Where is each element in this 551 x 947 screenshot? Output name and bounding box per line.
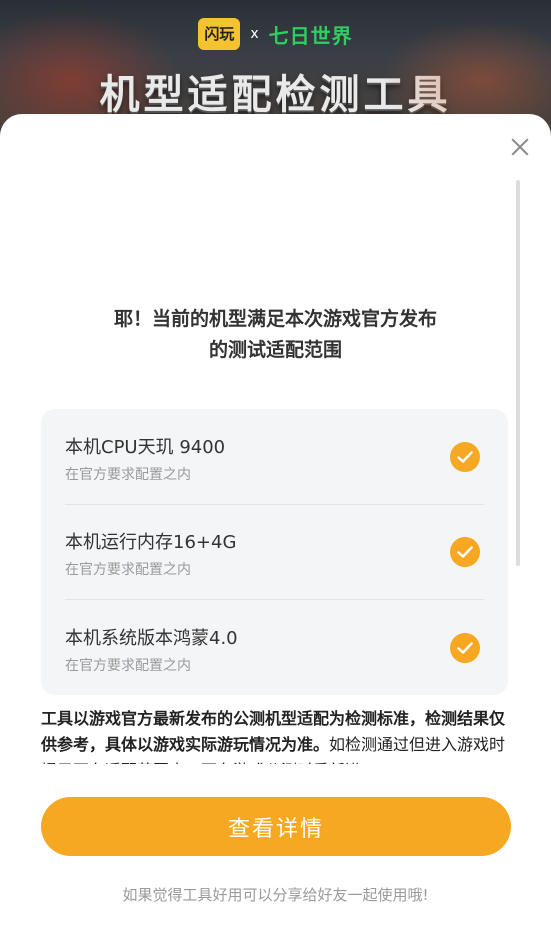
- result-dialog: 耶！当前的机型满足本次游戏官方发布 的测试适配范围 本机CPU天玑 9400 在…: [0, 114, 551, 947]
- disclaimer-text: 工具以游戏官方最新发布的公测机型适配为检测标准，检测结果仅供参考，具体以游戏实际…: [41, 706, 506, 764]
- check-item-subtitle: 在官方要求配置之内: [65, 562, 191, 578]
- check-results-card: 本机CPU天玑 9400 在官方要求配置之内 本机运行内存16+4G 在官方要求…: [41, 409, 508, 695]
- result-headline: 耶！当前的机型满足本次游戏官方发布 的测试适配范围: [60, 304, 491, 366]
- check-icon: [450, 537, 480, 567]
- check-item-memory: 本机运行内存16+4G 在官方要求配置之内: [65, 504, 484, 600]
- check-item-os: 本机系统版本鸿蒙4.0 在官方要求配置之内: [65, 600, 484, 695]
- share-tip: 如果觉得工具好用可以分享给好友一起使用哦!: [122, 886, 429, 904]
- check-item-title: 本机CPU天玑 9400: [65, 437, 226, 458]
- logo-separator: x: [250, 26, 259, 42]
- headline-line-1: 耶！当前的机型满足本次游戏官方发布: [113, 308, 437, 330]
- view-details-button[interactable]: 查看详情: [41, 797, 511, 856]
- close-icon[interactable]: [509, 136, 531, 158]
- check-item-title: 本机系统版本鸿蒙4.0: [65, 628, 238, 649]
- check-item-cpu: 本机CPU天玑 9400 在官方要求配置之内: [65, 409, 484, 505]
- check-icon: [450, 633, 480, 663]
- headline-line-2: 的测试适配范围: [208, 339, 342, 361]
- partner-logos: 闪玩 x 七日世界: [0, 18, 551, 50]
- game-logo: 七日世界: [268, 23, 353, 48]
- check-item-subtitle: 在官方要求配置之内: [65, 658, 191, 674]
- check-icon: [450, 442, 480, 472]
- check-item-title: 本机运行内存16+4G: [65, 532, 237, 553]
- banner-title: 机型适配检测工具: [99, 72, 452, 118]
- check-item-subtitle: 在官方要求配置之内: [65, 467, 191, 483]
- scrollbar[interactable]: [516, 180, 520, 566]
- shanwan-logo: 闪玩: [198, 18, 241, 50]
